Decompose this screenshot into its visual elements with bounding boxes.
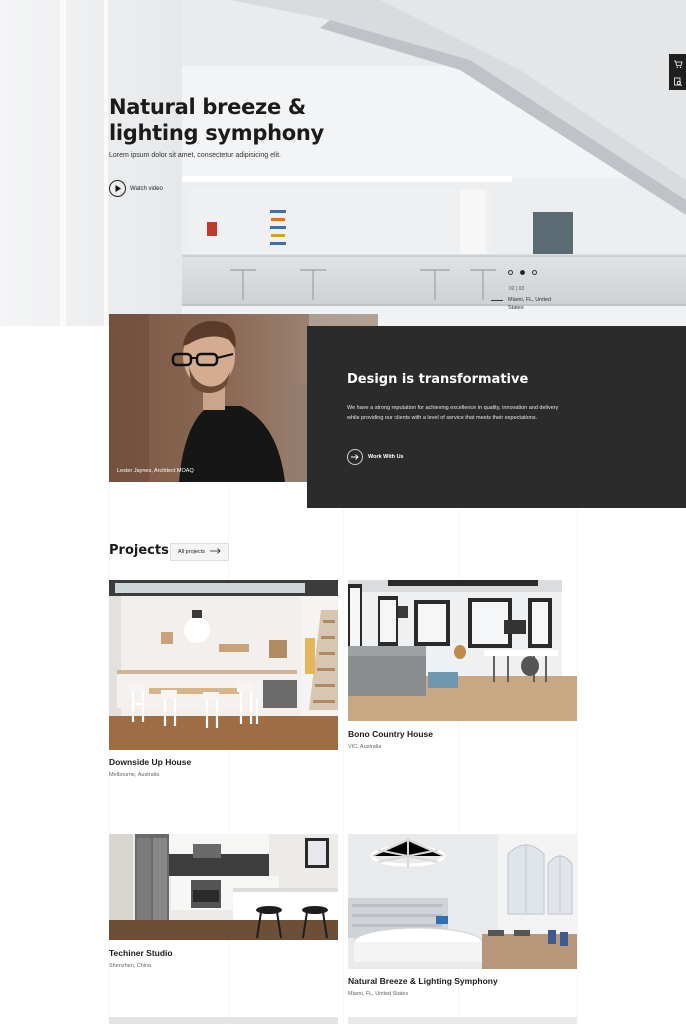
- all-projects-label: All projects: [178, 549, 205, 555]
- arrow-right-icon: [347, 449, 363, 465]
- hero-background-image: [0, 0, 686, 326]
- project-name[interactable]: Natural Breeze & Lighting Symphony: [348, 976, 498, 986]
- cart-icon[interactable]: [673, 56, 683, 74]
- project-image-natural-breeze[interactable]: [348, 834, 577, 969]
- hero-section: Natural breeze & lighting symphony Lorem…: [0, 0, 686, 326]
- watch-video-label: Watch video: [130, 185, 163, 192]
- hero-title: Natural breeze & lighting symphony: [109, 95, 324, 145]
- portrait-caption: Lester Jaynes, Architect MOAQ: [117, 468, 194, 474]
- intro-text: We have a strong reputation for achievin…: [347, 405, 559, 421]
- play-icon: [109, 180, 126, 197]
- project-image-next[interactable]: [109, 1017, 338, 1024]
- projects-title: Projects: [109, 543, 169, 558]
- arrow-right-icon: [209, 548, 221, 556]
- project-image-bono-country-house[interactable]: [348, 580, 577, 721]
- project-image-techiner-studio[interactable]: [109, 834, 338, 940]
- project-name[interactable]: Downside Up House: [109, 757, 191, 767]
- slider-dot-1[interactable]: [508, 270, 513, 275]
- project-image-downside-up-house[interactable]: [109, 580, 338, 750]
- hero-location: Miami, FL, United States: [508, 297, 552, 311]
- slider-dot-3[interactable]: [532, 270, 537, 275]
- project-location: Melbourne, Australia: [109, 772, 160, 778]
- slider-dots: [508, 270, 537, 275]
- project-name[interactable]: Bono Country House: [348, 729, 433, 739]
- side-widget: [669, 54, 686, 90]
- project-image-next[interactable]: [348, 1017, 577, 1024]
- slider-dot-2[interactable]: [520, 270, 525, 275]
- project-location: VIC, Australia: [348, 744, 382, 750]
- work-with-us-label: Work With Us: [368, 454, 404, 460]
- watch-video-button[interactable]: Watch video: [109, 180, 163, 197]
- work-with-us-button[interactable]: Work With Us: [347, 449, 404, 465]
- hero-subtitle: Lorem ipsum dolor sit amet, consectetur …: [109, 152, 281, 159]
- all-projects-button[interactable]: All projects: [170, 543, 229, 561]
- intro-heading: Design is transformative: [347, 372, 529, 387]
- project-location: Shenzhen, China: [109, 963, 152, 969]
- slide-counter: 02 | 03: [509, 286, 525, 292]
- search-document-icon[interactable]: [673, 74, 683, 92]
- project-name[interactable]: Techiner Studio: [109, 948, 173, 958]
- project-location: Miami, FL, United States: [348, 991, 409, 997]
- location-divider: [491, 300, 503, 301]
